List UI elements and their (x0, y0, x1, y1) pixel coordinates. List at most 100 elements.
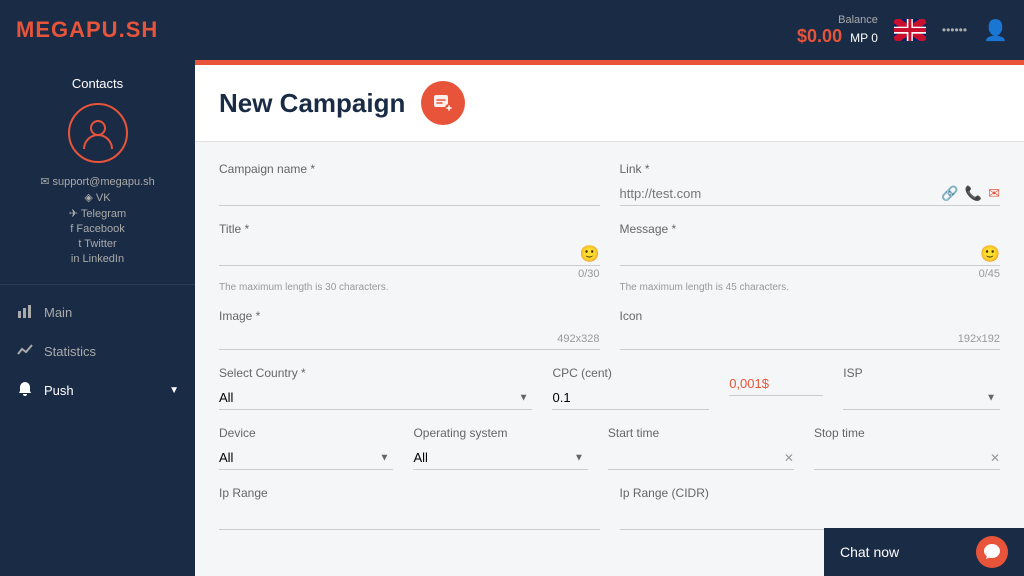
logo-dot: . (119, 17, 126, 42)
social-facebook[interactable]: f Facebook (16, 223, 179, 235)
country-label: Select Country * (219, 366, 532, 380)
ip-range-cidr-group: Ip Range (CIDR) (620, 486, 1001, 530)
icon-field[interactable]: 192x192 (620, 329, 1001, 350)
stop-time-input-row: ✕ (814, 446, 1000, 470)
contacts-label: Contacts (16, 76, 179, 91)
device-group: Device All ▼ (219, 426, 393, 470)
isp-select[interactable] (843, 386, 1000, 409)
title-input-row: 🙂 (219, 242, 600, 266)
social-vk[interactable]: ◈ VK (16, 191, 179, 204)
social-linkedin[interactable]: in LinkedIn (16, 253, 179, 265)
social-links: ✉ support@megapu.sh ◈ VK ✈ Telegram f Fa… (16, 175, 179, 265)
form-row-2: Title * 🙂 0/30 The maximum length is 30 … (219, 222, 1000, 293)
campaign-icon (421, 81, 465, 125)
emoji-icon-message[interactable]: 🙂 (980, 244, 1000, 264)
logo-sh: SH (126, 17, 159, 42)
link-input-row: 🔗 📞 ✉ (620, 182, 1001, 206)
user-avatar-icon[interactable]: 👤 (983, 18, 1008, 43)
chat-icon (983, 543, 1001, 561)
image-field[interactable]: 492x328 (219, 329, 600, 350)
icon-label: Icon (620, 309, 1001, 323)
os-select-wrapper: All ▼ (413, 446, 587, 470)
sidebar-nav: Main Statistics Push ▼ (0, 285, 195, 576)
start-time-input[interactable] (608, 450, 784, 465)
phone-icon[interactable]: 📞 (965, 185, 982, 202)
logo-accent: PU (86, 17, 119, 42)
emoji-icon-title[interactable]: 🙂 (580, 244, 600, 264)
isp-label: ISP (843, 366, 1000, 380)
image-group: Image * 492x328 (219, 309, 600, 350)
os-group: Operating system All ▼ (413, 426, 587, 470)
title-group: Title * 🙂 0/30 The maximum length is 30 … (219, 222, 600, 293)
sidebar-contacts: Contacts ✉ support@megapu.sh ◈ VK ✈ Tele… (0, 60, 195, 285)
start-time-input-row: ✕ (608, 446, 794, 470)
sidebar-item-statistics[interactable]: Statistics (0, 332, 195, 371)
cpc-input[interactable] (552, 386, 709, 410)
message-hint: The maximum length is 45 characters. (620, 282, 1001, 293)
link-input[interactable] (620, 182, 942, 205)
statistics-icon (16, 342, 34, 361)
chat-widget[interactable]: Chat now (824, 528, 1024, 576)
message-label: Message * (620, 222, 1001, 236)
start-time-clear[interactable]: ✕ (784, 451, 794, 465)
top-navigation: MEGAPU.SH Balance $0.00 MP 0 •••••• 👤 (0, 0, 1024, 60)
form-row-6: Ip Range Ip Range (CIDR) (219, 486, 1000, 530)
statistics-label: Statistics (44, 344, 96, 359)
avatar-icon (80, 115, 116, 151)
sidebar: Contacts ✉ support@megapu.sh ◈ VK ✈ Tele… (0, 60, 195, 576)
icon-size: 192x192 (958, 333, 1000, 345)
cpc-label: CPC (cent) (552, 366, 709, 380)
balance-label: Balance (797, 14, 878, 26)
message-char-count: 0/45 (620, 268, 1001, 280)
title-char-count: 0/30 (219, 268, 600, 280)
sidebar-item-main[interactable]: Main (0, 293, 195, 332)
form-row-1: Campaign name * Link * 🔗 📞 ✉ (219, 162, 1000, 206)
ip-range-group: Ip Range (219, 486, 600, 530)
email-icon[interactable]: ✉ (988, 185, 1000, 202)
chat-bubble-icon (976, 536, 1008, 568)
isp-group: ISP ▼ (843, 366, 1000, 410)
nav-right: Balance $0.00 MP 0 •••••• 👤 (797, 14, 1008, 47)
stop-time-input[interactable] (814, 450, 990, 465)
ip-range-input[interactable] (219, 506, 600, 530)
message-input[interactable] (620, 242, 981, 265)
message-group: Message * 🙂 0/45 The maximum length is 4… (620, 222, 1001, 293)
social-twitter[interactable]: t Twitter (16, 238, 179, 250)
stop-time-group: Stop time ✕ (814, 426, 1000, 470)
username: •••••• (942, 23, 967, 37)
main-icon (16, 303, 34, 322)
image-size: 492x328 (557, 333, 599, 345)
campaign-name-input[interactable] (219, 182, 600, 206)
title-hint: The maximum length is 30 characters. (219, 282, 600, 293)
form-container: Campaign name * Link * 🔗 📞 ✉ (195, 142, 1024, 566)
flag-uk[interactable] (894, 19, 926, 41)
social-telegram[interactable]: ✈ Telegram (16, 207, 179, 220)
social-email[interactable]: ✉ support@megapu.sh (16, 175, 179, 188)
device-label: Device (219, 426, 393, 440)
link-icon[interactable]: 🔗 (941, 185, 958, 202)
stop-time-clear[interactable]: ✕ (990, 451, 1000, 465)
page-title: New Campaign (219, 88, 405, 119)
country-group: Select Country * All ▼ (219, 366, 532, 410)
icon-group: Icon 192x192 (620, 309, 1001, 350)
campaign-name-label: Campaign name * (219, 162, 600, 176)
os-select[interactable]: All (413, 446, 587, 469)
title-input[interactable] (219, 242, 580, 265)
isp-select-wrapper: ▼ (843, 386, 1000, 410)
start-time-group: Start time ✕ (608, 426, 794, 470)
ip-range-label: Ip Range (219, 486, 600, 500)
stop-time-label: Stop time (814, 426, 1000, 440)
push-icon (16, 381, 34, 400)
device-select[interactable]: All (219, 446, 393, 469)
logo-text: MEGA (16, 17, 86, 42)
title-label: Title * (219, 222, 600, 236)
ip-range-cidr-input[interactable] (620, 506, 1001, 530)
country-select[interactable]: All (219, 386, 532, 409)
message-input-row: 🙂 (620, 242, 1001, 266)
link-icons: 🔗 📞 ✉ (941, 185, 1000, 202)
balance-block: Balance $0.00 MP 0 (797, 14, 878, 47)
balance-amount: $0.00 (797, 26, 842, 47)
chat-label: Chat now (840, 544, 899, 560)
page-content: New Campaign Campaign name * (195, 65, 1024, 576)
sidebar-item-push[interactable]: Push ▼ (0, 371, 195, 410)
